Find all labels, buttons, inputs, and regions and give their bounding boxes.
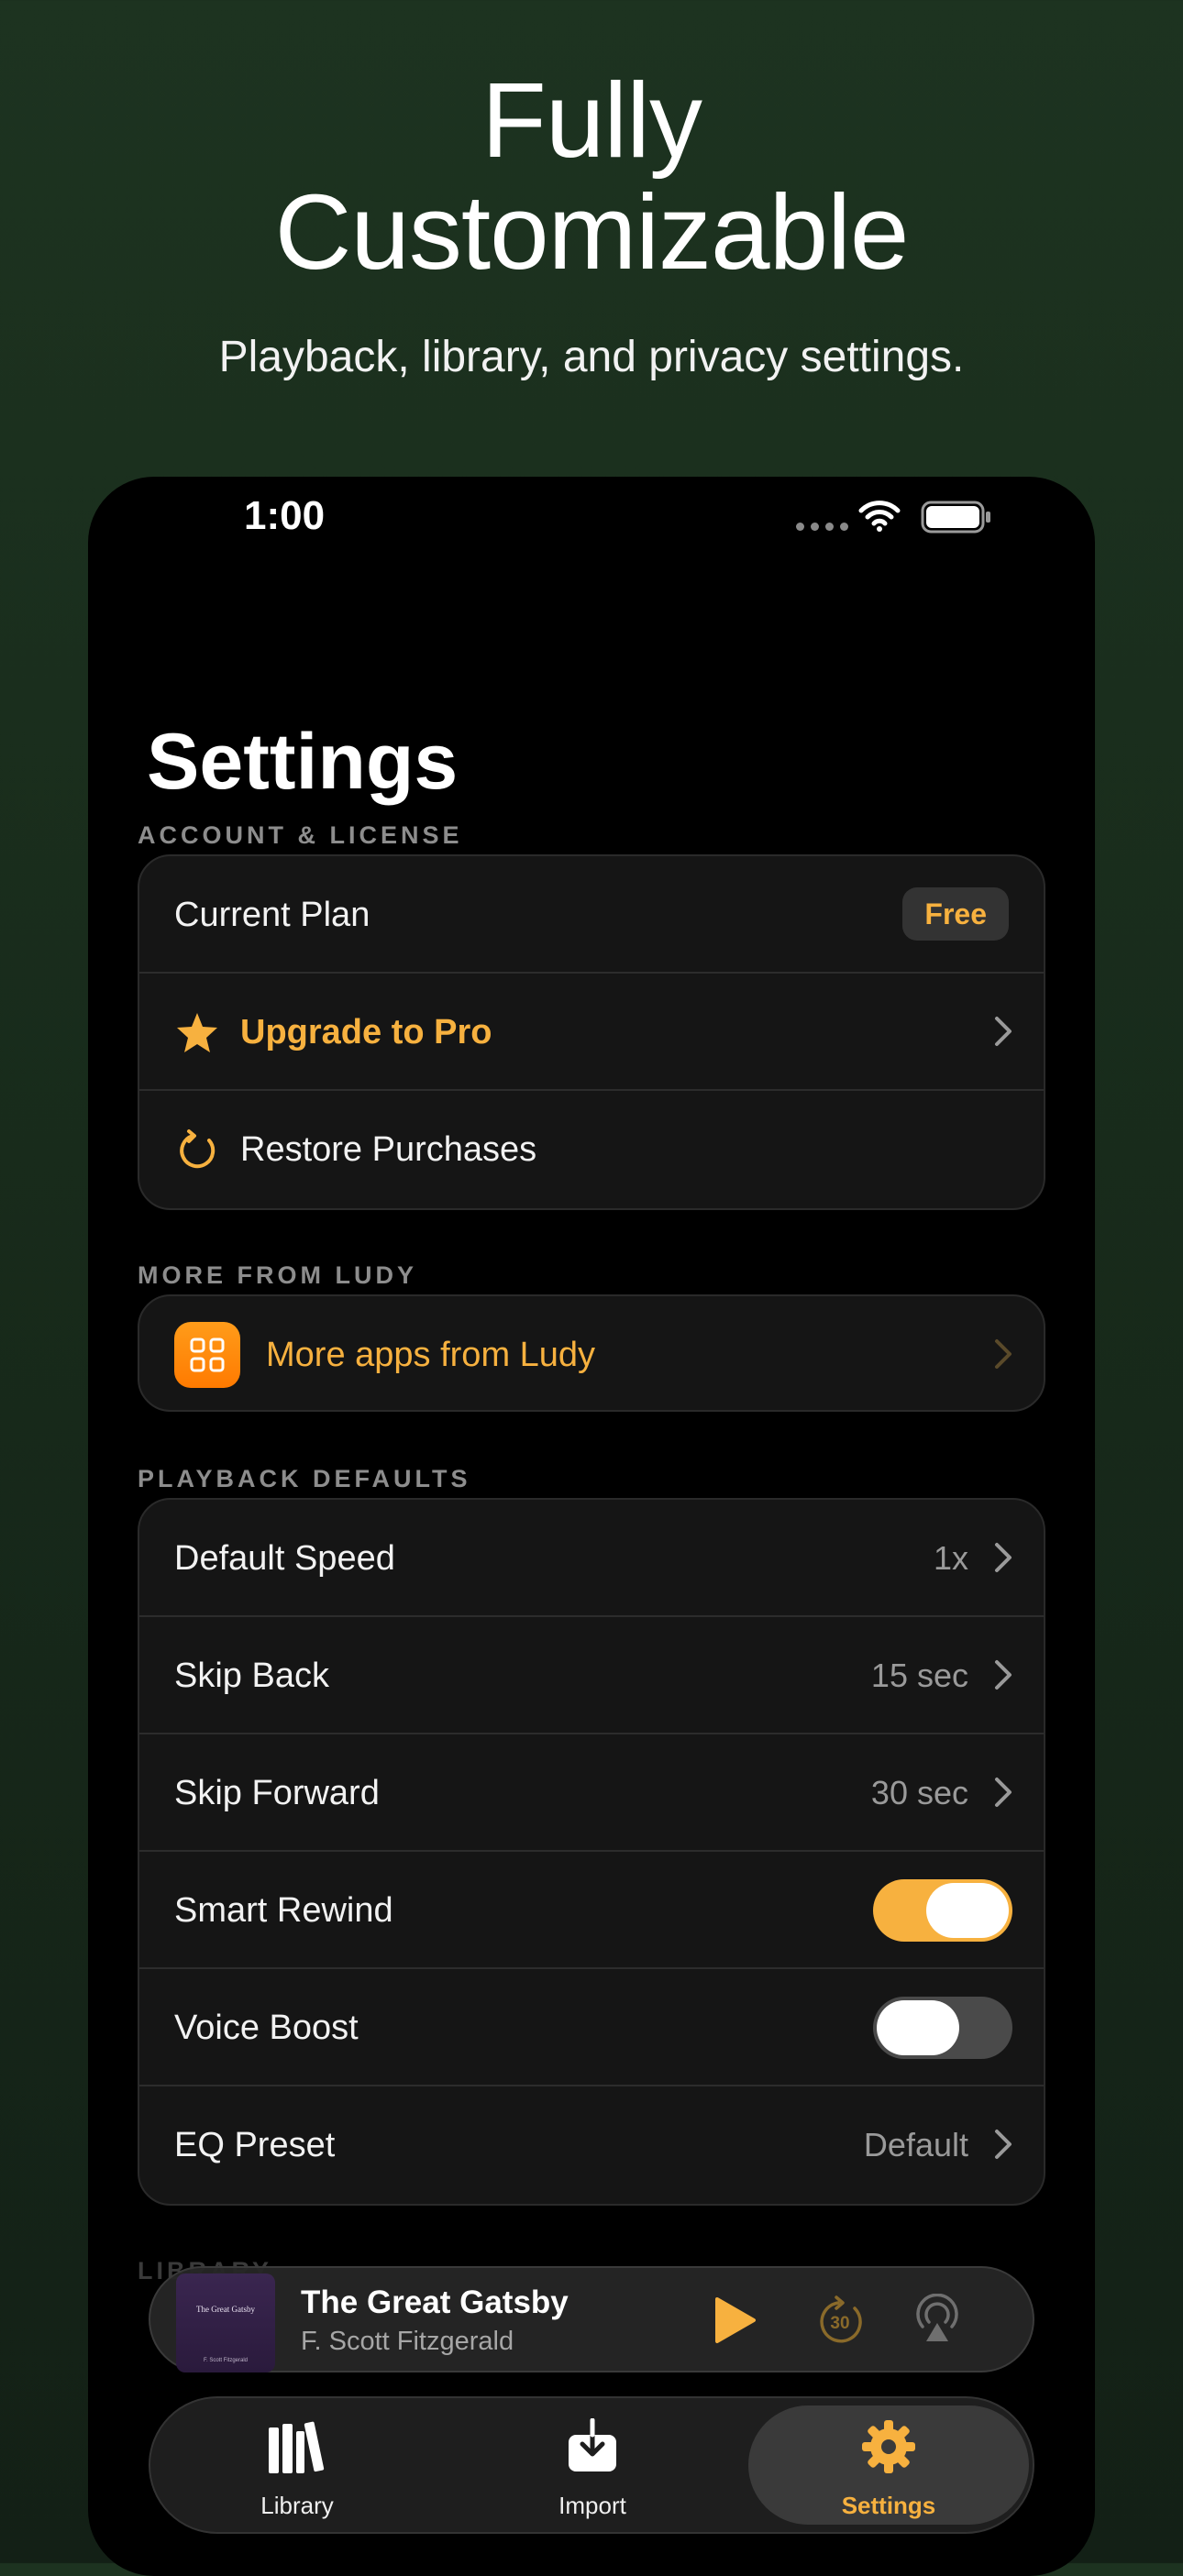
smart-rewind-label: Smart Rewind [174,1891,393,1930]
star-icon [177,1013,217,1052]
tab-settings[interactable]: Settings [748,2405,1029,2525]
headline-line-2: Customizable [274,172,910,292]
skip-forward-30-icon[interactable]: 30 [814,2294,866,2347]
book-cover: The Great Gatsby F. Scott Fitzgerald [176,2273,275,2372]
restore-purchases-row[interactable]: Restore Purchases [139,1091,1044,1208]
mini-player[interactable]: The Great Gatsby F. Scott Fitzgerald The… [149,2266,1034,2372]
books-icon [269,2421,325,2473]
now-playing-title: The Great Gatsby [301,2284,569,2320]
chevron-right-icon [995,1017,1012,1046]
smart-rewind-row: Smart Rewind [139,1852,1044,1969]
tab-bar: Library Import Settings [149,2396,1034,2534]
toggle-knob [926,1883,1009,1938]
account-group: Current Plan Free Upgrade to Pro Restore… [138,854,1045,1210]
section-header-account: ACCOUNT & LICENSE [138,821,463,849]
apps-grid-icon [174,1322,240,1388]
chevron-right-icon [995,1660,1012,1690]
skip-seconds-label: 30 [830,2314,849,2333]
skip-back-label: Skip Back [174,1657,329,1695]
playback-group: Default Speed 1x Skip Back 15 sec Skip F… [138,1498,1045,2206]
restore-icon [180,1129,216,1169]
current-plan-label: Current Plan [174,896,370,934]
plan-badge: Free [902,887,1009,941]
more-group: More apps from Ludy [138,1294,1045,1412]
section-header-playback: PLAYBACK DEFAULTS [138,1465,471,1492]
headline-subtitle: Playback, library, and privacy settings. [218,333,965,381]
voice-boost-toggle[interactable] [873,1997,1012,2059]
gear-icon [862,2420,915,2473]
upgrade-pro-label: Upgrade to Pro [240,1013,492,1051]
chevron-right-icon [995,2130,1012,2159]
import-icon [569,2418,616,2471]
now-playing-author: F. Scott Fitzgerald [301,2327,514,2356]
more-apps-label: More apps from Ludy [266,1336,596,1374]
chevron-right-icon [995,1778,1012,1807]
airplay-icon[interactable] [913,2294,961,2345]
skip-back-value: 15 sec [870,1657,968,1694]
current-plan-row: Current Plan Free [139,856,1044,974]
cover-author: F. Scott Fitzgerald [203,2358,249,2363]
eq-preset-label: EQ Preset [174,2126,336,2164]
restore-purchases-label: Restore Purchases [240,1130,537,1169]
eq-preset-value: Default [863,2126,968,2163]
skip-forward-row[interactable]: Skip Forward 30 sec [139,1734,1044,1852]
tab-import[interactable]: Import [455,2398,730,2532]
tab-import-label: Import [558,2492,626,2519]
upgrade-pro-row[interactable]: Upgrade to Pro [139,974,1044,1091]
headline-line-1: Fully [481,61,702,180]
play-icon[interactable] [712,2295,757,2345]
status-time: 1:00 [244,493,326,538]
tab-library-label: Library [260,2492,334,2519]
battery-icon [921,501,990,534]
headline-title: Fully Customizable [0,64,1183,288]
default-speed-value: 1x [933,1539,968,1577]
skip-back-row[interactable]: Skip Back 15 sec [139,1617,1044,1734]
smart-rewind-toggle[interactable] [873,1879,1012,1942]
phone-frame: 1:00 Settings ACCOUNT & LICENSE Current … [88,477,1095,2576]
toggle-knob [877,2000,959,2055]
section-header-more: MORE FROM LUDY [138,1261,417,1289]
skip-forward-value: 30 sec [870,1774,968,1811]
default-speed-row[interactable]: Default Speed 1x [139,1500,1044,1617]
signal-dots-icon [796,523,848,531]
more-apps-row[interactable]: More apps from Ludy [139,1296,1044,1410]
chevron-right-icon [995,1543,1012,1572]
voice-boost-label: Voice Boost [174,2009,359,2047]
chevron-right-icon [995,1339,1012,1369]
skip-forward-label: Skip Forward [174,1774,380,1812]
page-title: Settings [147,718,459,806]
cover-title: The Great Gatsby [196,2305,255,2314]
default-speed-label: Default Speed [174,1539,395,1578]
wifi-icon [858,501,901,532]
tab-library[interactable]: Library [160,2398,435,2532]
voice-boost-row: Voice Boost [139,1969,1044,2086]
tab-settings-label: Settings [841,2492,936,2519]
eq-preset-row[interactable]: EQ Preset Default [139,2086,1044,2204]
